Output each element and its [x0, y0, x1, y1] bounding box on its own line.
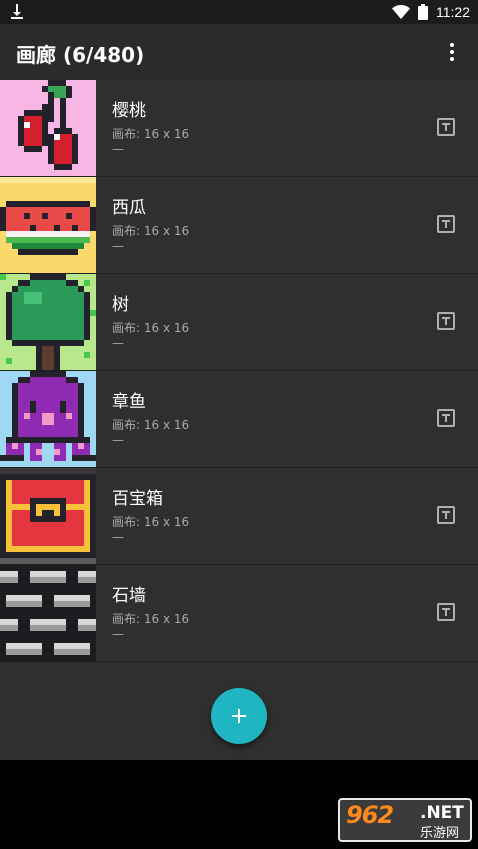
item-extra: — [112, 627, 124, 641]
canvas-size: 画布: 16 x 16 [112, 418, 190, 432]
canvas-size: 画布: 16 x 16 [112, 321, 190, 335]
text-format-icon[interactable] [437, 603, 455, 621]
item-name: 樱桃 [112, 101, 146, 121]
treasure-chest-thumbnail[interactable] [0, 468, 96, 564]
gallery-item[interactable]: 石墙 画布: 16 x 16 — [0, 565, 478, 662]
gallery-item[interactable]: 百宝箱 画布: 16 x 16 — [0, 468, 478, 565]
watermelon-thumbnail[interactable] [0, 177, 96, 273]
item-extra: — [112, 239, 124, 253]
item-name: 石墙 [112, 586, 146, 606]
overflow-menu-button[interactable] [440, 40, 464, 64]
app-bar: 画廊 (6/480) [0, 24, 478, 80]
more-vert-icon [450, 43, 454, 47]
text-format-icon[interactable] [437, 506, 455, 524]
stone-wall-thumbnail[interactable] [0, 565, 96, 661]
item-name: 章鱼 [112, 392, 146, 412]
gallery-item[interactable]: 章鱼 画布: 16 x 16 — [0, 371, 478, 468]
text-format-icon[interactable] [437, 409, 455, 427]
item-name: 树 [112, 295, 129, 315]
item-extra: — [112, 530, 124, 544]
text-format-icon[interactable] [437, 118, 455, 136]
item-name: 百宝箱 [112, 489, 163, 509]
wifi-icon [392, 5, 410, 19]
watermark-brand: 962 [346, 801, 394, 829]
gallery-item[interactable]: 樱桃 画布: 16 x 16 — [0, 80, 478, 177]
site-watermark: 962 .NET 乐游网 [338, 798, 472, 842]
item-extra: — [112, 336, 124, 350]
item-extra: — [112, 433, 124, 447]
battery-icon [418, 4, 428, 20]
status-bar: 11:22 [0, 0, 478, 24]
item-extra: — [112, 142, 124, 156]
canvas-size: 画布: 16 x 16 [112, 612, 190, 626]
text-format-icon[interactable] [437, 312, 455, 330]
download-icon [11, 4, 23, 19]
status-time: 11:22 [436, 4, 470, 20]
item-name: 西瓜 [112, 198, 146, 218]
canvas-size: 画布: 16 x 16 [112, 224, 190, 238]
gallery-item[interactable]: 西瓜 画布: 16 x 16 — [0, 177, 478, 274]
gallery-item[interactable]: 树 画布: 16 x 16 — [0, 274, 478, 371]
add-button[interactable] [211, 688, 267, 744]
text-format-icon[interactable] [437, 215, 455, 233]
tree-thumbnail[interactable] [0, 274, 96, 370]
page-title: 画廊 (6/480) [16, 43, 145, 67]
cherry-thumbnail[interactable] [0, 80, 96, 176]
canvas-size: 画布: 16 x 16 [112, 127, 190, 141]
watermark-sub: 乐游网 [420, 826, 460, 841]
canvas-size: 画布: 16 x 16 [112, 515, 190, 529]
octopus-thumbnail[interactable] [0, 371, 96, 467]
watermark-suffix: .NET [420, 803, 464, 823]
gallery-list: 樱桃 画布: 16 x 16 — 西瓜 画布: 16 x 16 — 树 画布: … [0, 80, 478, 760]
